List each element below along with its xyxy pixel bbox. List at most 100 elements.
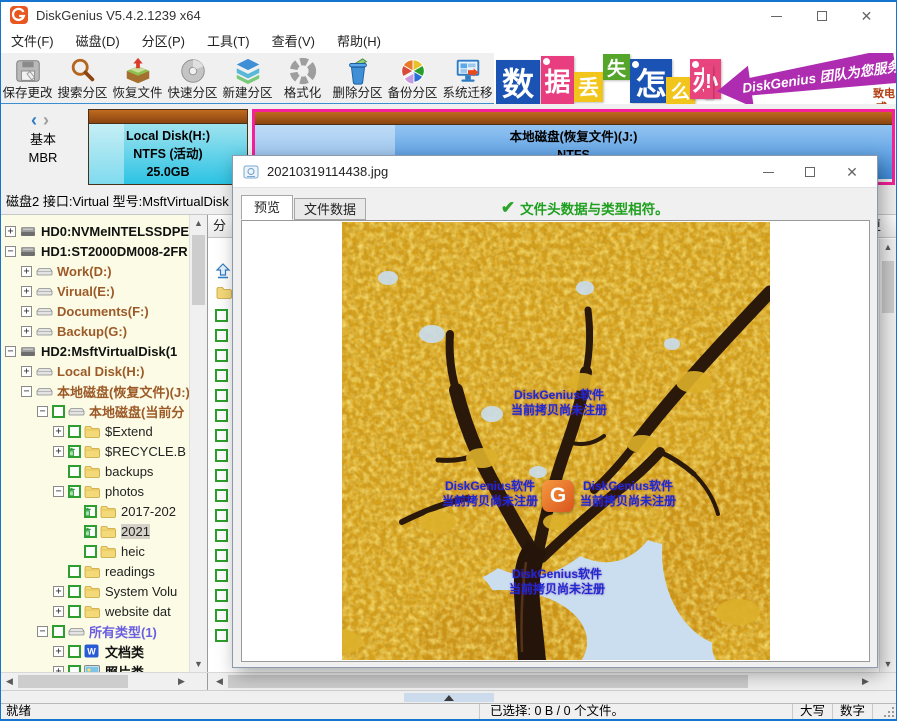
file-checkbox[interactable] [215,389,228,402]
tree-item[interactable]: heic [1,541,189,561]
splitter-bar[interactable] [0,690,897,703]
nav-left-icon[interactable]: ‹ [31,110,43,130]
tree-checkbox[interactable] [68,485,81,498]
tab-file-data[interactable]: 文件数据 [294,198,366,220]
file-checkbox[interactable] [215,369,228,382]
scroll-thumb[interactable] [882,261,894,313]
tree-item[interactable]: backups [1,461,189,481]
menu-tools[interactable]: 工具(T) [196,30,261,53]
expand-icon[interactable]: + [21,266,32,277]
tree-checkbox[interactable] [68,645,81,658]
scroll-right-icon[interactable]: ▶ [858,674,873,689]
close-icon[interactable]: ✕ [844,2,889,30]
resize-grip[interactable] [892,707,894,709]
file-checkbox[interactable] [215,629,228,642]
toolbar-button-system-migrate[interactable]: 系统迁移 [440,53,495,104]
tree-item[interactable]: 2017-202 [1,501,189,521]
tree-item[interactable]: +Work(D:) [1,261,189,281]
toolbar-button-delete-partition[interactable]: 删除分区 [330,53,385,104]
file-checkbox[interactable] [215,589,228,602]
scroll-up-icon[interactable]: ▲ [880,239,896,255]
tree-checkbox[interactable] [68,665,81,673]
file-checkbox[interactable] [215,329,228,342]
expand-icon[interactable]: + [53,586,64,597]
file-checkbox[interactable] [215,529,228,542]
file-checkbox[interactable] [215,429,228,442]
file-checkbox[interactable] [215,349,228,362]
expand-icon[interactable]: + [53,426,64,437]
list-hscroll-thumb[interactable] [228,675,748,688]
tree-item[interactable]: −本地磁盘(当前分 [1,401,189,421]
tree-item[interactable]: +HD0:NVMeINTELSSDPE [1,221,189,241]
toolbar-button-backup-partition[interactable]: 备份分区 [385,53,440,104]
menu-disk[interactable]: 磁盘(D) [65,30,131,53]
tree-checkbox[interactable] [68,565,81,578]
tree-item[interactable]: readings [1,561,189,581]
tree-checkbox[interactable] [68,605,81,618]
tab-preview[interactable]: 预览 [241,195,293,220]
scroll-thumb[interactable] [192,235,205,305]
close-icon[interactable]: ✕ [831,156,873,188]
tree-checkbox[interactable] [52,405,65,418]
tree-checkbox[interactable] [68,425,81,438]
scroll-left-icon[interactable]: ◀ [212,674,227,689]
tree-item[interactable]: −HD2:MsftVirtualDisk(1 [1,341,189,361]
menu-help[interactable]: 帮助(H) [326,30,392,53]
toolbar-button-format[interactable]: 格式化 [275,53,330,104]
tree-item[interactable]: +Local Disk(H:) [1,361,189,381]
expand-icon[interactable]: + [53,646,64,657]
tree-item[interactable]: −photos [1,481,189,501]
scroll-left-icon[interactable]: ◀ [2,674,17,689]
tree-checkbox[interactable] [84,525,97,538]
expand-icon[interactable]: + [21,366,32,377]
tree-checkbox[interactable] [68,465,81,478]
splitter-handle[interactable] [404,693,494,702]
tree-item[interactable]: +Backup(G:) [1,321,189,341]
minimize-icon[interactable] [747,156,789,188]
scroll-up-icon[interactable]: ▲ [190,215,207,231]
tree-item[interactable]: −本地磁盘(恢复文件)(J:) [1,381,189,401]
tree-checkbox[interactable] [68,585,81,598]
tree-vertical-scrollbar[interactable]: ▲ ▼ [189,215,207,672]
toolbar-button-search[interactable]: 搜索分区 [55,53,110,104]
scroll-down-icon[interactable]: ▼ [880,656,896,672]
collapse-icon[interactable]: − [21,386,32,397]
scroll-down-icon[interactable]: ▼ [190,656,207,672]
minimize-icon[interactable] [754,2,799,30]
file-checkbox[interactable] [215,449,228,462]
file-checkbox[interactable] [215,549,228,562]
expand-icon[interactable]: + [21,306,32,317]
file-checkbox[interactable] [215,409,228,422]
scroll-right-icon[interactable]: ▶ [174,674,189,689]
tree-item[interactable]: −所有类型(1) [1,621,189,641]
tree-item[interactable]: +照片类 [1,661,189,672]
toolbar-button-save[interactable]: 保存更改 [0,53,55,104]
file-list-vertical-scrollbar[interactable]: ▲ ▼ [879,239,896,672]
expand-icon[interactable]: + [53,446,64,457]
expand-icon[interactable]: + [21,326,32,337]
collapse-icon[interactable]: − [37,626,48,637]
expand-icon[interactable]: + [5,226,16,237]
file-checkbox[interactable] [215,469,228,482]
collapse-icon[interactable]: − [37,406,48,417]
collapse-icon[interactable]: − [5,246,16,257]
maximize-icon[interactable] [799,2,844,30]
expand-icon[interactable]: + [21,286,32,297]
tree-item[interactable]: +$RECYCLE.B [1,441,189,461]
tree-checkbox[interactable] [84,505,97,518]
file-checkbox[interactable] [215,609,228,622]
collapse-icon[interactable]: − [5,346,16,357]
tree-item[interactable]: +$Extend [1,421,189,441]
menu-view[interactable]: 查看(V) [261,30,326,53]
tree-checkbox[interactable] [52,625,65,638]
tree-item[interactable]: 2021 [1,521,189,541]
toolbar-button-recover-files[interactable]: 恢复文件 [110,53,165,104]
toolbar-button-new-partition[interactable]: 新建分区 [220,53,275,104]
file-checkbox[interactable] [215,309,228,322]
tree-checkbox[interactable] [84,545,97,558]
tree-item[interactable]: +W文档类 [1,641,189,661]
expand-icon[interactable]: + [53,606,64,617]
tree-item[interactable]: +Documents(F:) [1,301,189,321]
menu-partition[interactable]: 分区(P) [131,30,196,53]
menu-file[interactable]: 文件(F) [0,30,65,53]
